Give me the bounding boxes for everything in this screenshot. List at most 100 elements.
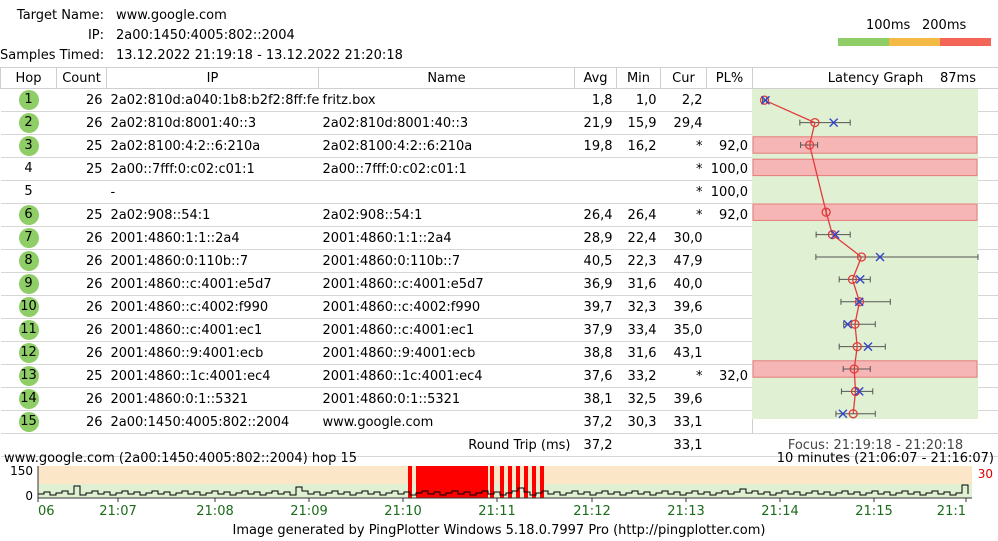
ip-cell: 2a02:810d:8001:40::3 (106, 111, 319, 135)
name-cell: 2001:4860:0:1::5321 (318, 387, 575, 411)
pl-cell: 92,0 (706, 134, 753, 158)
timeline-loss-bar (500, 466, 504, 498)
hop-number-badge: 10 (18, 297, 39, 317)
packet-loss-band (752, 203, 978, 221)
col-avg[interactable]: Avg (574, 67, 617, 89)
hop-number-badge: 4 (24, 161, 33, 176)
col-latency-graph[interactable]: Latency Graph 87ms (752, 67, 998, 89)
timeline-x-tick-label: 21:07 (99, 504, 136, 519)
cur-cell: * (660, 180, 707, 204)
min-cell: 26,4 (616, 203, 661, 227)
pl-cell (706, 410, 753, 434)
samples-row: Samples Timed: 13.12.2022 21:19:18 - 13.… (0, 46, 500, 66)
min-cell: 32,3 (616, 295, 661, 319)
ip-row: IP: 2a00:1450:4005:802::2004 (0, 26, 500, 46)
hop-cell: 10 (0, 295, 57, 319)
count-cell: 25 (56, 157, 107, 181)
hop-cell: 8 (0, 249, 57, 273)
latency-graph-title: Latency Graph (827, 70, 924, 86)
hop-cell: 2 (0, 111, 57, 135)
min-cell: 31,6 (616, 272, 661, 296)
timeline-x-tick-label: 06 (38, 504, 55, 519)
pl-cell (706, 272, 753, 296)
count-cell: 25 (56, 203, 107, 227)
pl-cell: 100,0 (706, 157, 753, 181)
timeline-x-tick-label: 21:11 (478, 504, 515, 519)
cur-cell: 47,9 (660, 249, 707, 273)
cur-cell: 39,6 (660, 387, 707, 411)
cur-cell: 33,1 (660, 410, 707, 434)
latency-graph[interactable] (752, 89, 998, 419)
cur-cell: * (660, 203, 707, 227)
ip-cell: 2a00::7fff:0:c02:c01:1 (106, 157, 319, 181)
timeline-y-tick: 150 (10, 464, 33, 478)
ip-cell: 2001:4860:1:1::2a4 (106, 226, 319, 250)
cur-cell: 43,1 (660, 341, 707, 365)
timeline-graph[interactable]: 150 0 30 06 21:07 21:08 21:09 21:10 21:11 21:12 21… (0, 450, 998, 520)
col-min[interactable]: Min (616, 67, 661, 89)
count-cell: 26 (56, 341, 107, 365)
pl-cell (706, 341, 753, 365)
ip-cell: 2a02:908::54:1 (106, 203, 319, 227)
hop-number-badge: 13 (18, 366, 39, 386)
name-cell: 2001:4860:0:110b::7 (318, 249, 575, 273)
col-ip[interactable]: IP (106, 67, 319, 89)
table-header: Hop Count IP Name Avg Min Cur PL% Latenc… (0, 67, 998, 89)
packet-loss-band (752, 136, 978, 154)
hop-cell: 11 (0, 318, 57, 342)
count-cell: 26 (56, 318, 107, 342)
hop-number-badge: 1 (18, 90, 39, 110)
timeline-x-tick-label: 21:10 (384, 504, 421, 519)
col-name[interactable]: Name (318, 67, 575, 89)
timeline-x-tick-label: 21:1 (937, 504, 966, 519)
cur-cell: 35,0 (660, 318, 707, 342)
min-cell: 22,4 (616, 226, 661, 250)
avg-cell: 21,9 (574, 111, 617, 135)
name-cell: 2001:4860::c:4001:e5d7 (318, 272, 575, 296)
hop-cell: 15 (0, 410, 57, 434)
name-cell: 2a00::7fff:0:c02:c01:1 (318, 157, 575, 181)
timeline-y-tick: 0 (25, 489, 33, 503)
cur-cell: 2,2 (660, 88, 707, 112)
name-cell (318, 180, 575, 204)
timeline-right-value: 30 (978, 467, 993, 481)
pl-cell (706, 226, 753, 250)
ip-cell: 2a02:8100:4:2::6:210a (106, 134, 319, 158)
hop-cell: 14 (0, 387, 57, 411)
name-cell: 2001:4860::1c:4001:ec4 (318, 364, 575, 388)
count-cell: 26 (56, 111, 107, 135)
target-name-row: Target Name: www.google.com (0, 6, 500, 26)
legend-bad-bar (940, 38, 991, 46)
hop-cell: 6 (0, 203, 57, 227)
hop-number-badge: 6 (18, 205, 39, 225)
timeline-x-tick-label: 21:14 (761, 504, 798, 519)
col-count[interactable]: Count (56, 67, 107, 89)
avg-cell: 26,4 (574, 203, 617, 227)
latency-graph-max: 87ms (940, 70, 976, 86)
target-name-value: www.google.com (116, 8, 227, 23)
target-name-label: Target Name: (16, 8, 104, 23)
pl-cell (706, 111, 753, 135)
ip-value: 2a00:1450:4005:802::2004 (116, 28, 295, 43)
col-pl[interactable]: PL% (706, 67, 753, 89)
timeline-warn-band (38, 466, 972, 484)
pl-cell (706, 318, 753, 342)
count-cell: 25 (56, 134, 107, 158)
min-cell: 16,2 (616, 134, 661, 158)
avg-cell: 37,2 (574, 410, 617, 434)
footer-credit: Image generated by PingPlotter Windows 5… (232, 523, 766, 538)
hop-cell: 7 (0, 226, 57, 250)
hop-cell: 4 (0, 157, 57, 181)
col-cur[interactable]: Cur (660, 67, 707, 89)
cur-cell: 39,6 (660, 295, 707, 319)
cur-cell: * (660, 134, 707, 158)
col-hop[interactable]: Hop (0, 67, 57, 89)
ip-cell: 2001:4860:0:110b::7 (106, 249, 319, 273)
pl-cell (706, 295, 753, 319)
timeline-x-tick-label: 21:09 (290, 504, 327, 519)
hop-number-badge: 8 (18, 251, 39, 271)
avg-cell: 38,1 (574, 387, 617, 411)
count-cell: 26 (56, 88, 107, 112)
timeline-x-tick-label: 21:08 (196, 504, 233, 519)
timeline-x-tick-label: 21:13 (667, 504, 704, 519)
